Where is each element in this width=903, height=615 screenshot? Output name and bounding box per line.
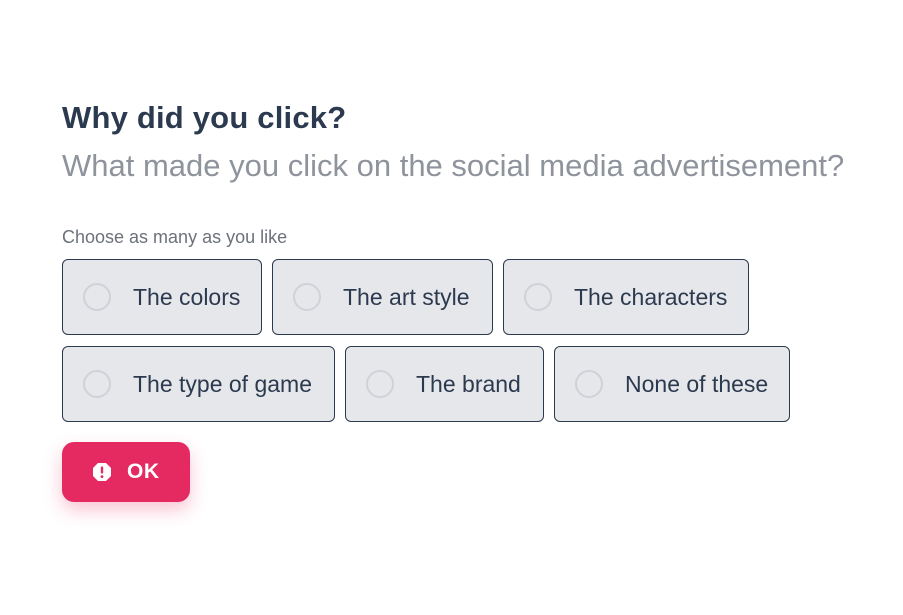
ok-button-label: OK <box>127 460 160 483</box>
checkbox-icon[interactable] <box>83 370 111 398</box>
choice-the-brand[interactable]: The brand <box>345 346 544 422</box>
question-description: What made you click on the social media … <box>62 148 845 183</box>
choice-none-of-these[interactable]: None of these <box>554 346 790 422</box>
choice-list: The colors The art style The characters … <box>62 259 822 422</box>
alert-icon <box>92 462 112 482</box>
choice-the-type-of-game[interactable]: The type of game <box>62 346 335 422</box>
survey-page: Why did you click? What made you click o… <box>0 0 903 615</box>
choice-the-colors[interactable]: The colors <box>62 259 262 335</box>
checkbox-icon[interactable] <box>524 283 552 311</box>
choice-the-characters[interactable]: The characters <box>503 259 749 335</box>
question-block: Why did you click? What made you click o… <box>62 98 892 502</box>
choice-label: The type of game <box>133 370 312 397</box>
checkbox-icon[interactable] <box>575 370 603 398</box>
selection-hint: Choose as many as you like <box>62 227 288 247</box>
choice-label: The characters <box>574 283 728 310</box>
choice-label: The art style <box>343 283 470 310</box>
submit-row: OK <box>62 442 892 502</box>
checkbox-icon[interactable] <box>366 370 394 398</box>
choice-label: The brand <box>416 370 521 397</box>
choice-the-art-style[interactable]: The art style <box>272 259 493 335</box>
choice-label: None of these <box>625 370 769 397</box>
ok-button[interactable]: OK <box>62 442 190 502</box>
checkbox-icon[interactable] <box>83 283 111 311</box>
question-title: Why did you click? <box>62 100 347 135</box>
choice-label: The colors <box>133 283 241 310</box>
checkbox-icon[interactable] <box>293 283 321 311</box>
